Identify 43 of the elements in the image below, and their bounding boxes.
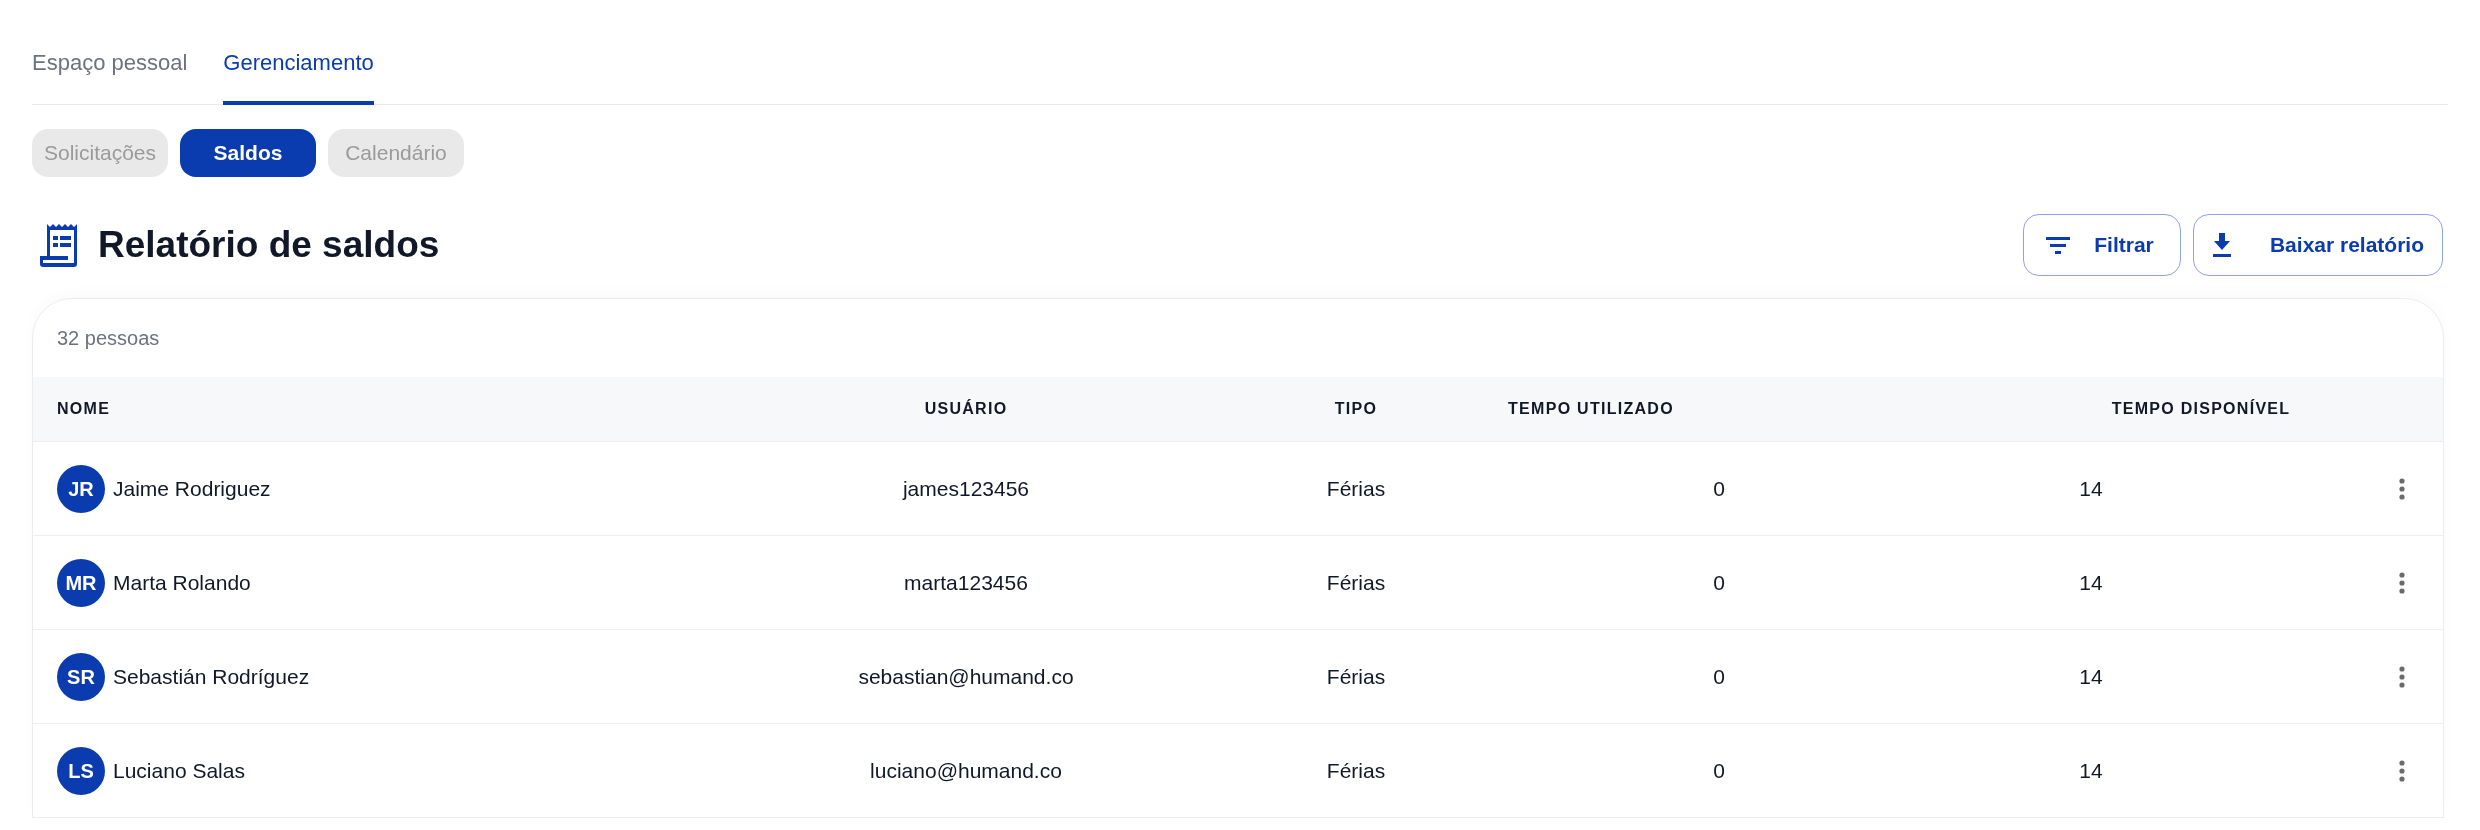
filter-button[interactable]: Filtrar — [2023, 214, 2181, 276]
table-cell-text: Férias — [1325, 663, 1387, 690]
receipt-icon — [38, 222, 80, 268]
table-cell-text: 14 — [2078, 569, 2104, 596]
more-options-icon[interactable] — [2399, 571, 2405, 594]
avatar: JR — [57, 464, 105, 513]
avatar: MR — [57, 558, 105, 607]
people-count: 32 pessoas — [57, 326, 160, 351]
table-cell-text: 0 — [1712, 663, 1726, 690]
more-options-icon[interactable] — [2399, 477, 2405, 500]
download-button[interactable]: Baixar relatório — [2193, 214, 2443, 276]
table-cell-text: 0 — [1712, 757, 1726, 784]
tab[interactable]: Gerenciamento — [223, 46, 374, 105]
table-cell-text: 0 — [1712, 569, 1726, 596]
page-title: Relatório de saldos — [98, 223, 440, 268]
avatar: LS — [57, 746, 105, 795]
table-cell-text: Jaime Rodriguez — [113, 475, 271, 502]
table-cell-text: Luciano Salas — [113, 757, 245, 784]
table-cell-text: 14 — [2078, 757, 2104, 784]
avatar: SR — [57, 652, 105, 701]
table-cell-text: luciano@humand.co — [869, 757, 1063, 784]
table-cell-text: marta123456 — [903, 569, 1029, 596]
table-cell-text: Sebastián Rodríguez — [113, 663, 310, 690]
table-cell-text: 14 — [2078, 475, 2104, 502]
column-header: USUÁRIO — [923, 398, 1009, 419]
column-header: TEMPO UTILIZADO — [1507, 399, 1675, 419]
column-header: TIPO — [1333, 399, 1379, 419]
segment-tab[interactable]: Saldos — [180, 129, 316, 177]
column-header: NOME — [56, 399, 112, 419]
table-cell-text: Férias — [1325, 475, 1387, 502]
table-cell-text: Marta Rolando — [113, 569, 251, 596]
table-cell-text: Férias — [1325, 569, 1387, 596]
more-options-icon[interactable] — [2399, 665, 2405, 688]
tab[interactable]: Espaço pessoal — [32, 46, 188, 105]
table-cell-text: 0 — [1712, 475, 1726, 502]
filter-icon — [2046, 236, 2071, 254]
table-cell-text: james123456 — [901, 475, 1031, 502]
table-cell-text: sebastian@humand.co — [857, 663, 1075, 690]
table-cell-text: 14 — [2078, 663, 2104, 690]
column-header: TEMPO DISPONÍVEL — [2110, 398, 2292, 419]
more-options-icon[interactable] — [2399, 759, 2405, 782]
download-icon — [2211, 233, 2232, 257]
table-cell-text: Férias — [1325, 757, 1387, 784]
